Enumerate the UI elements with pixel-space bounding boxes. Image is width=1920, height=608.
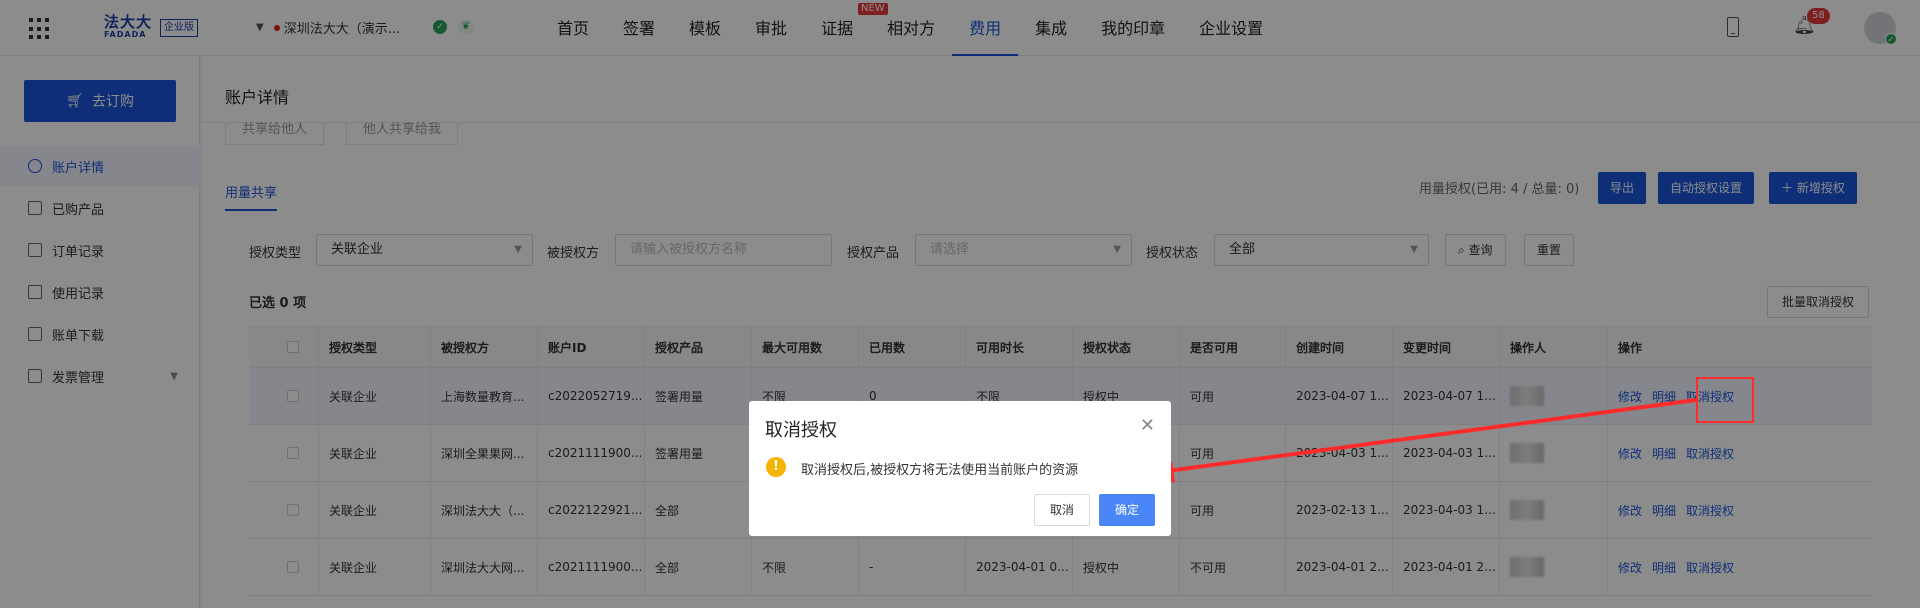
cancel-button[interactable]: 取消 <box>1034 494 1090 526</box>
highlight-box <box>1696 377 1754 423</box>
warning-icon: ! <box>766 457 786 477</box>
confirm-button[interactable]: 确定 <box>1099 494 1155 526</box>
modal-title: 取消授权 <box>765 420 837 441</box>
modal-message: 取消授权后,被授权方将无法使用当前账户的资源 <box>801 463 1079 478</box>
revoke-modal: 取消授权 ✕ ! 取消授权后,被授权方将无法使用当前账户的资源 取消 确定 <box>749 401 1171 536</box>
close-icon[interactable]: ✕ <box>1140 415 1155 436</box>
